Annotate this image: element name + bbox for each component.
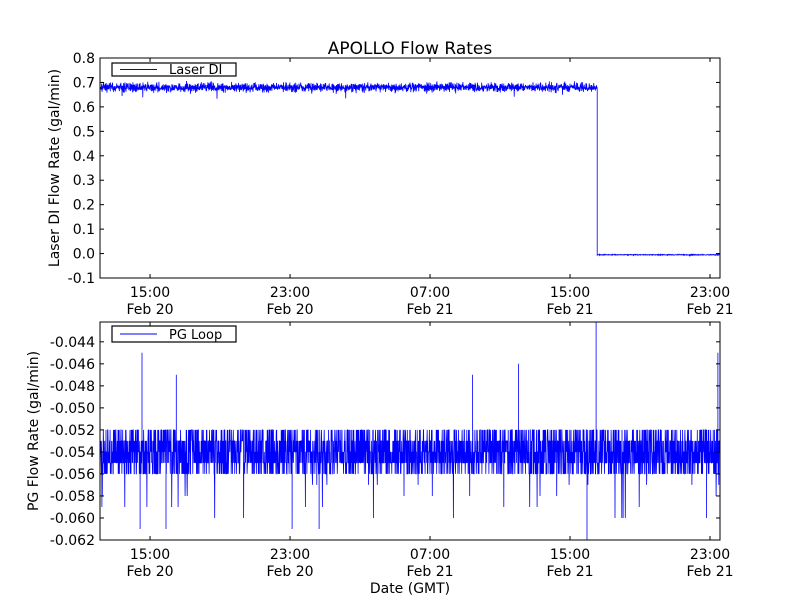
x-tick-label: Feb 20: [127, 302, 174, 318]
legend-label: PG Loop: [169, 328, 222, 343]
x-tick-label: Feb 21: [407, 564, 454, 580]
x-tick-label: 07:00: [410, 285, 450, 301]
y-tick-label: -0.046: [50, 357, 95, 373]
y-tick-label: -0.1: [68, 271, 95, 287]
bottom-y-axis-label: PG Flow Rate (gal/min): [26, 351, 42, 511]
y-tick-label: -0.056: [50, 467, 95, 483]
x-tick-label: Feb 20: [267, 564, 314, 580]
x-tick-label: 23:00: [690, 285, 730, 301]
y-tick-label: -0.060: [50, 511, 95, 527]
y-tick-label: -0.058: [50, 489, 95, 505]
y-tick-label: -0.044: [50, 335, 95, 351]
y-tick-label: 0.7: [73, 75, 95, 91]
y-tick-label: -0.048: [50, 379, 95, 395]
series-line-pg-loop: [100, 322, 720, 540]
y-tick-label: -0.062: [50, 533, 95, 549]
x-tick-label: 07:00: [410, 547, 450, 563]
x-tick-label: Feb 20: [127, 564, 174, 580]
legend: Laser DI: [111, 62, 237, 78]
legend: PG Loop: [111, 325, 237, 343]
y-tick-label: -0.054: [50, 445, 95, 461]
x-axis-label: Date (GMT): [370, 581, 450, 597]
bottom-axes: -0.062 -0.060 -0.058 -0.056 -0.054 -0.052 -0.0…: [50, 321, 734, 580]
x-tick-label: Feb 20: [267, 302, 314, 318]
x-tick-label: 15:00: [130, 285, 170, 301]
x-tick-label: Feb 21: [686, 302, 733, 318]
y-tick-label: 0.0: [73, 247, 95, 263]
y-tick-label: -0.050: [50, 401, 95, 417]
x-tick-label: 15:00: [130, 547, 170, 563]
x-tick-label: Feb 21: [686, 564, 733, 580]
series-line-laser-di: [100, 80, 720, 257]
x-tick-label: 15:00: [550, 547, 590, 563]
chart-title: APOLLO Flow Rates: [328, 39, 493, 59]
legend-label: Laser DI: [169, 63, 222, 78]
y-tick-label: 0.1: [73, 222, 95, 238]
y-tick-label: 0.8: [73, 51, 95, 67]
x-tick-label: 23:00: [690, 547, 730, 563]
figure: APOLLO Flow Rates -0.1 0.0 0.1 0.2 0.3 0.4 0.5…: [0, 0, 800, 600]
y-tick-label: 0.4: [73, 149, 95, 165]
chart-canvas: APOLLO Flow Rates -0.1 0.0 0.1 0.2 0.3 0.4 0.5…: [26, 39, 734, 597]
x-tick-label: 15:00: [550, 285, 590, 301]
top-y-axis-label: Laser DI Flow Rate (gal/min): [47, 69, 63, 267]
y-tick-label: -0.052: [50, 423, 95, 439]
x-tick-label: 23:00: [270, 547, 310, 563]
y-tick-label: 0.3: [73, 173, 95, 189]
y-tick-label: 0.2: [73, 198, 95, 214]
axes-frame: [99, 57, 721, 279]
x-tick-label: Feb 21: [407, 302, 454, 318]
x-tick-label: Feb 21: [546, 302, 593, 318]
y-tick-label: 0.5: [73, 124, 95, 140]
x-tick-label: 23:00: [270, 285, 310, 301]
x-tick-label: Feb 21: [546, 564, 593, 580]
y-tick-label: 0.6: [73, 100, 95, 116]
top-axes: -0.10.00.10.20.30.40.50.60.70.815:00Feb …: [68, 51, 734, 318]
